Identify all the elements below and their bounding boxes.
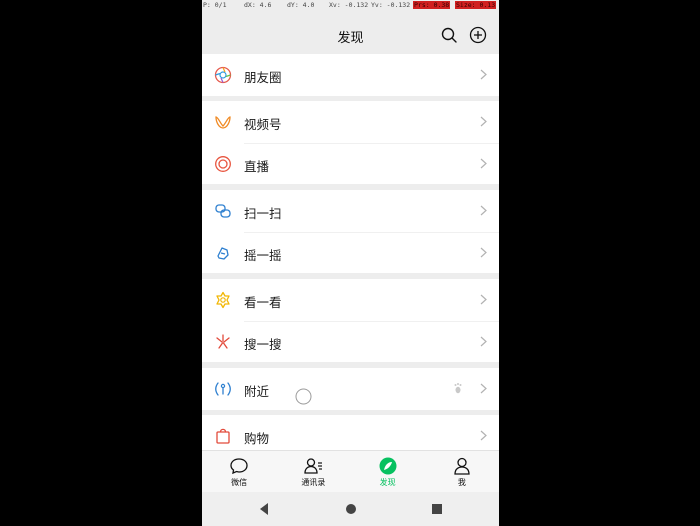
tab-label: 微信 [231, 478, 248, 487]
search-icon[interactable] [440, 26, 458, 44]
top-bar: 发现 [202, 14, 499, 56]
tab-label: 我 [457, 478, 466, 487]
menu-item-label: 扫一扫 [244, 207, 282, 221]
menu-item-live[interactable]: 直播 [202, 142, 499, 185]
menu-item-moments[interactable]: 朋友圈 [202, 54, 499, 96]
search-star-icon [216, 333, 230, 349]
chevron-right-icon [480, 158, 487, 168]
menu-group-nearby: 附近 [202, 368, 499, 410]
y-velocity: Yv: -0.132 [371, 1, 411, 9]
delta-y: dY: 4.0 [287, 1, 315, 9]
menu-item-scan[interactable]: 扫一扫 [202, 190, 499, 232]
footprint-icon [454, 383, 462, 394]
menu-group-discover: 看一看 搜一搜 [202, 279, 499, 362]
menu-item-shake[interactable]: 摇一摇 [202, 231, 499, 274]
phone-screen: P: 0/1 dX: 4.6 dY: 4.0 Xv: -0.132 Yv: -0… [202, 0, 499, 526]
tab-discover[interactable]: 发现 [351, 451, 425, 492]
menu-item-nearby[interactable]: 附近 [202, 368, 499, 410]
system-nav-bar [202, 492, 499, 526]
moments-icon [214, 66, 232, 84]
menu-item-label: 看一看 [244, 296, 282, 310]
back-icon[interactable] [258, 502, 270, 516]
status-bar: P: 0/1 dX: 4.6 dY: 4.0 Xv: -0.132 Yv: -0… [202, 0, 499, 12]
tab-contacts[interactable]: 通讯录 [276, 451, 350, 492]
menu-item-channels[interactable]: 视频号 [202, 101, 499, 143]
chevron-right-icon [480, 294, 487, 305]
shake-icon [217, 246, 229, 260]
person-icon [454, 457, 470, 475]
menu-item-label: 附近 [244, 385, 270, 399]
tab-me[interactable]: 我 [425, 451, 499, 492]
menu-item-label: 购物 [244, 432, 270, 446]
menu-item-label: 视频号 [244, 118, 282, 132]
chevron-right-icon [480, 116, 487, 127]
menu-item-label: 摇一摇 [244, 248, 282, 263]
live-icon [215, 155, 231, 172]
add-icon[interactable] [469, 26, 487, 44]
top-stories-icon [216, 291, 230, 309]
menu-group-scan: 扫一扫 摇一摇 [202, 190, 499, 273]
channels-icon [215, 116, 231, 129]
chevron-right-icon [480, 336, 487, 346]
touch-indicator [295, 388, 312, 405]
bottom-tab-bar: 微信 通讯录 发现 我 [202, 450, 499, 492]
chat-bubble-icon [230, 458, 248, 475]
chevron-right-icon [480, 69, 487, 80]
touch-size: Size: 0.13 [455, 1, 497, 9]
tab-chats[interactable]: 微信 [202, 451, 276, 492]
menu-item-label: 搜一搜 [244, 337, 282, 352]
recents-icon[interactable] [430, 502, 444, 516]
chevron-right-icon [480, 383, 487, 394]
nearby-icon [215, 382, 231, 396]
delta-x: dX: 4.6 [244, 1, 272, 9]
menu-group-channels: 视频号 直播 [202, 101, 499, 184]
contacts-icon [304, 458, 323, 474]
pointer-count: P: 0/1 [203, 1, 227, 9]
pressure: Prs: 0.38 [413, 1, 451, 9]
tab-label: 通讯录 [301, 478, 326, 487]
menu-item-search[interactable]: 搜一搜 [202, 320, 499, 363]
menu-item-top-stories[interactable]: 看一看 [202, 279, 499, 321]
chevron-right-icon [480, 247, 487, 257]
compass-icon [379, 457, 397, 475]
chevron-right-icon [480, 430, 487, 441]
home-icon[interactable] [344, 502, 358, 516]
menu-item-label: 朋友圈 [244, 71, 282, 85]
chevron-right-icon [480, 205, 487, 216]
shopping-bag-icon [216, 428, 230, 444]
menu-group-moments: 朋友圈 [202, 54, 499, 96]
tab-label: 发现 [379, 478, 396, 487]
scan-icon [215, 204, 231, 218]
x-velocity: Xv: -0.132 [329, 1, 369, 9]
menu-item-label: 直播 [244, 159, 270, 174]
